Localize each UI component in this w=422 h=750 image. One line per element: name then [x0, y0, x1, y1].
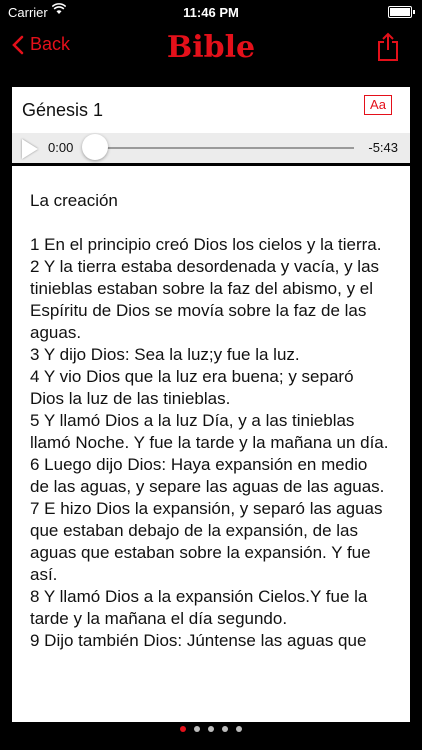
verse-1: 1 En el principio creó Dios los cielos y… [30, 235, 382, 254]
current-time: 0:00 [48, 140, 74, 155]
verse-2: 2 Y la tierra estaba desordenada y vacía… [30, 257, 380, 342]
progress-slider-knob[interactable] [82, 134, 108, 160]
chapter-title: Génesis 1 [22, 100, 104, 120]
verse-3: 3 Y dijo Dios: Sea la luz;y fue la luz. [30, 345, 300, 364]
page-indicator[interactable] [0, 722, 422, 736]
section-heading: La creación [30, 191, 118, 210]
page-dot-1[interactable] [180, 726, 186, 732]
verse-5: 5 Y llamó Dios a la luz Día, y a las tin… [30, 411, 389, 452]
progress-track[interactable] [96, 147, 354, 149]
verse-9: 9 Dijo también Dios: Júntense las aguas … [30, 631, 367, 650]
remaining-time: -5:43 [368, 140, 398, 155]
app-title: Bible [166, 30, 256, 65]
status-bar: Carrier 11:46 PM [0, 0, 422, 24]
font-size-button[interactable]: Aa [364, 95, 392, 115]
play-icon[interactable] [22, 139, 38, 159]
navigation-bar: Back Bible [0, 24, 422, 72]
verse-6: 6 Luego dijo Dios: Haya expansión en med… [30, 455, 385, 496]
audio-player: 0:00 -5:43 [12, 133, 410, 163]
page-dot-4[interactable] [222, 726, 228, 732]
scripture-text[interactable]: La creación 1 En el principio creó Dios … [12, 166, 410, 722]
verse-4: 4 Y vio Dios que la luz era buena; y sep… [30, 367, 354, 408]
page-dot-2[interactable] [194, 726, 200, 732]
status-time: 11:46 PM [183, 5, 239, 20]
page-dot-5[interactable] [236, 726, 242, 732]
page-dot-3[interactable] [208, 726, 214, 732]
chapter-header: Génesis 1 Aa [12, 87, 410, 137]
verse-8: 8 Y llamó Dios a la expansión Cielos.Y f… [30, 587, 368, 628]
verse-7: 7 E hizo Dios la expansión, y separó las… [30, 499, 383, 584]
share-icon[interactable] [376, 32, 400, 67]
battery-icon [388, 6, 415, 18]
